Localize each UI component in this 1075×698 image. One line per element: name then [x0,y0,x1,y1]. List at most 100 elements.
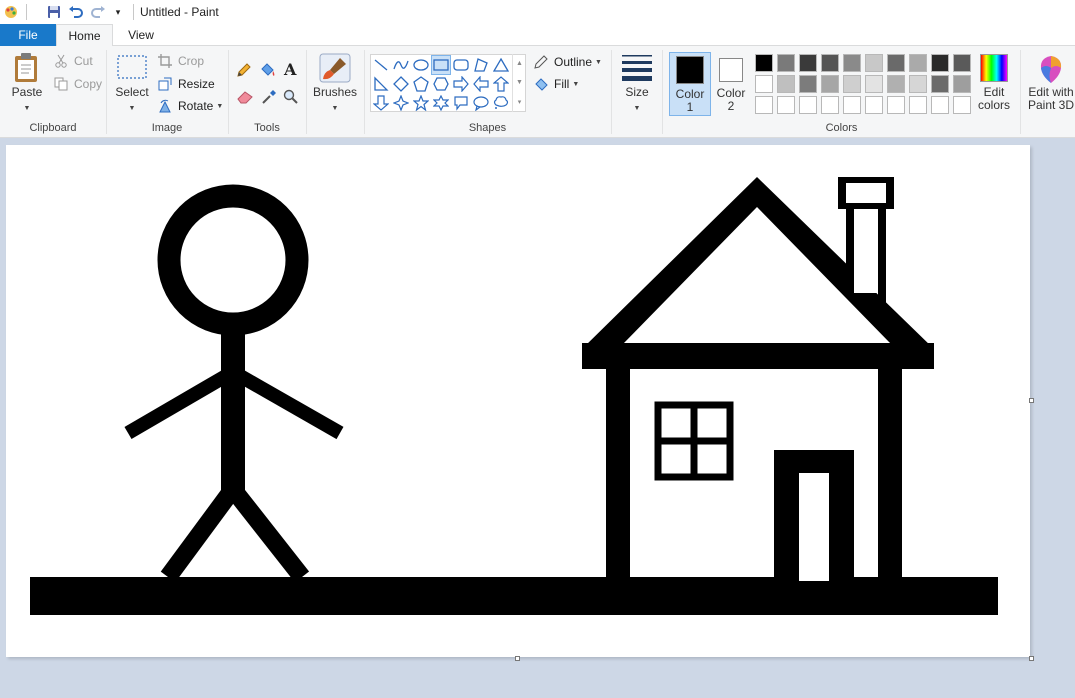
rotate-button[interactable]: Rotate ▼ [156,96,223,116]
tab-view[interactable]: View [118,24,164,46]
palette-swatch[interactable] [887,54,905,72]
palette-swatch[interactable] [777,96,795,114]
tab-home[interactable]: Home [56,24,113,47]
palette-swatch[interactable] [909,96,927,114]
palette-swatch[interactable] [887,96,905,114]
palette-swatch[interactable] [843,75,861,93]
separator [306,50,307,134]
roof-beam [582,343,934,369]
outline-button[interactable]: Outline ▼ [532,52,602,72]
shape-curve[interactable] [391,55,411,75]
select-button[interactable]: Select ▼ [112,52,152,113]
shape-oval[interactable] [411,55,431,75]
palette-swatch[interactable] [909,75,927,93]
color-1-button[interactable]: Color 1 [669,52,711,116]
palette-swatch[interactable] [755,54,773,72]
copy-button[interactable]: Copy [52,74,102,94]
undo-icon[interactable] [67,3,85,21]
shape-line[interactable] [371,55,391,75]
shape-hexagon[interactable] [431,74,451,94]
rotate-icon [156,98,174,114]
palette-swatch[interactable] [821,96,839,114]
shape-right-arrow[interactable] [451,74,471,94]
palette-swatch[interactable] [865,96,883,114]
shape-oval-callout[interactable] [471,93,491,113]
shape-pentagon[interactable] [411,74,431,94]
shape-cloud-callout[interactable] [491,93,511,113]
eraser-icon[interactable] [236,90,254,107]
fill-bucket-icon[interactable] [259,62,277,81]
cut-button[interactable]: Cut [52,51,93,71]
palette-swatch[interactable] [865,75,883,93]
fill-button[interactable]: Fill ▼ [532,74,579,94]
shape-rounded-callout[interactable] [451,93,471,113]
palette-swatch[interactable] [953,54,971,72]
palette-swatch[interactable] [843,96,861,114]
shape-down-arrow[interactable] [371,93,391,113]
scroll-up-icon[interactable]: ▲ [516,60,523,67]
shape-up-arrow[interactable] [491,74,511,94]
size-button[interactable]: Size ▼ [617,52,657,113]
outline-pen-icon [532,54,550,70]
magnifier-icon[interactable] [283,89,299,108]
palette-swatch[interactable] [777,54,795,72]
rotate-label: Rotate [178,99,214,113]
palette-swatch[interactable] [755,96,773,114]
save-icon[interactable] [45,3,63,21]
shape-four-point-star[interactable] [391,93,411,113]
color-picker-icon[interactable] [261,89,277,108]
palette-swatch[interactable] [799,96,817,114]
resize-handle-bottom[interactable] [515,656,520,661]
tab-file[interactable]: File [0,24,56,46]
palette-swatch[interactable] [887,75,905,93]
palette-swatch[interactable] [909,54,927,72]
edit-with-paint3d-button[interactable]: Edit with Paint 3D [1026,54,1075,112]
palette-swatch[interactable] [953,75,971,93]
shape-polygon[interactable] [471,55,491,75]
shape-rounded-rectangle[interactable] [451,55,471,75]
shape-diamond[interactable] [391,74,411,94]
palette-swatch[interactable] [755,75,773,93]
shape-six-point-star[interactable] [431,93,451,113]
copy-icon [52,76,70,92]
size-label: Size [625,85,649,99]
shape-left-arrow[interactable] [471,74,491,94]
palette-swatch[interactable] [777,75,795,93]
palette-swatch[interactable] [931,96,949,114]
palette-swatch[interactable] [799,75,817,93]
resize-label: Resize [178,77,215,91]
pencil-icon[interactable] [236,62,252,81]
palette-swatch[interactable] [931,54,949,72]
color-2-button[interactable]: Color 2 [711,52,751,116]
drawing-canvas[interactable] [6,145,1030,657]
resize-handle-corner[interactable] [1029,656,1034,661]
wall-left [606,367,630,581]
scroll-down-icon[interactable]: ▼ [516,79,523,86]
customize-dropdown-icon[interactable]: ▾ [109,3,127,21]
palette-swatch[interactable] [821,75,839,93]
shape-triangle[interactable] [491,55,511,75]
brushes-button[interactable]: Brushes ▼ [312,52,358,113]
shape-right-triangle[interactable] [371,74,391,94]
palette-swatch[interactable] [865,54,883,72]
separator [26,4,27,20]
palette-swatch[interactable] [953,96,971,114]
expand-gallery-icon[interactable]: ▾ [518,98,522,106]
text-icon[interactable]: A [284,60,296,79]
resize-handle-right[interactable] [1029,398,1034,403]
palette-swatch[interactable] [799,54,817,72]
shape-rectangle[interactable] [431,55,451,75]
shape-five-point-star[interactable] [411,93,431,113]
palette-swatch[interactable] [931,75,949,93]
paint3d-line2: Paint 3D [1027,98,1075,112]
crop-button[interactable]: Crop [156,51,204,71]
edit-colors-button[interactable]: Edit colors [974,54,1014,112]
paste-button[interactable]: Paste ▼ [8,52,46,113]
palette-swatch[interactable] [843,54,861,72]
resize-button[interactable]: Resize [156,74,215,94]
shapes-scrollbar[interactable]: ▲ ▼ ▾ [512,54,526,112]
palette-swatch[interactable] [821,54,839,72]
wall-right [878,367,902,581]
redo-icon[interactable] [89,3,107,21]
paint-app-icon[interactable] [2,3,20,21]
